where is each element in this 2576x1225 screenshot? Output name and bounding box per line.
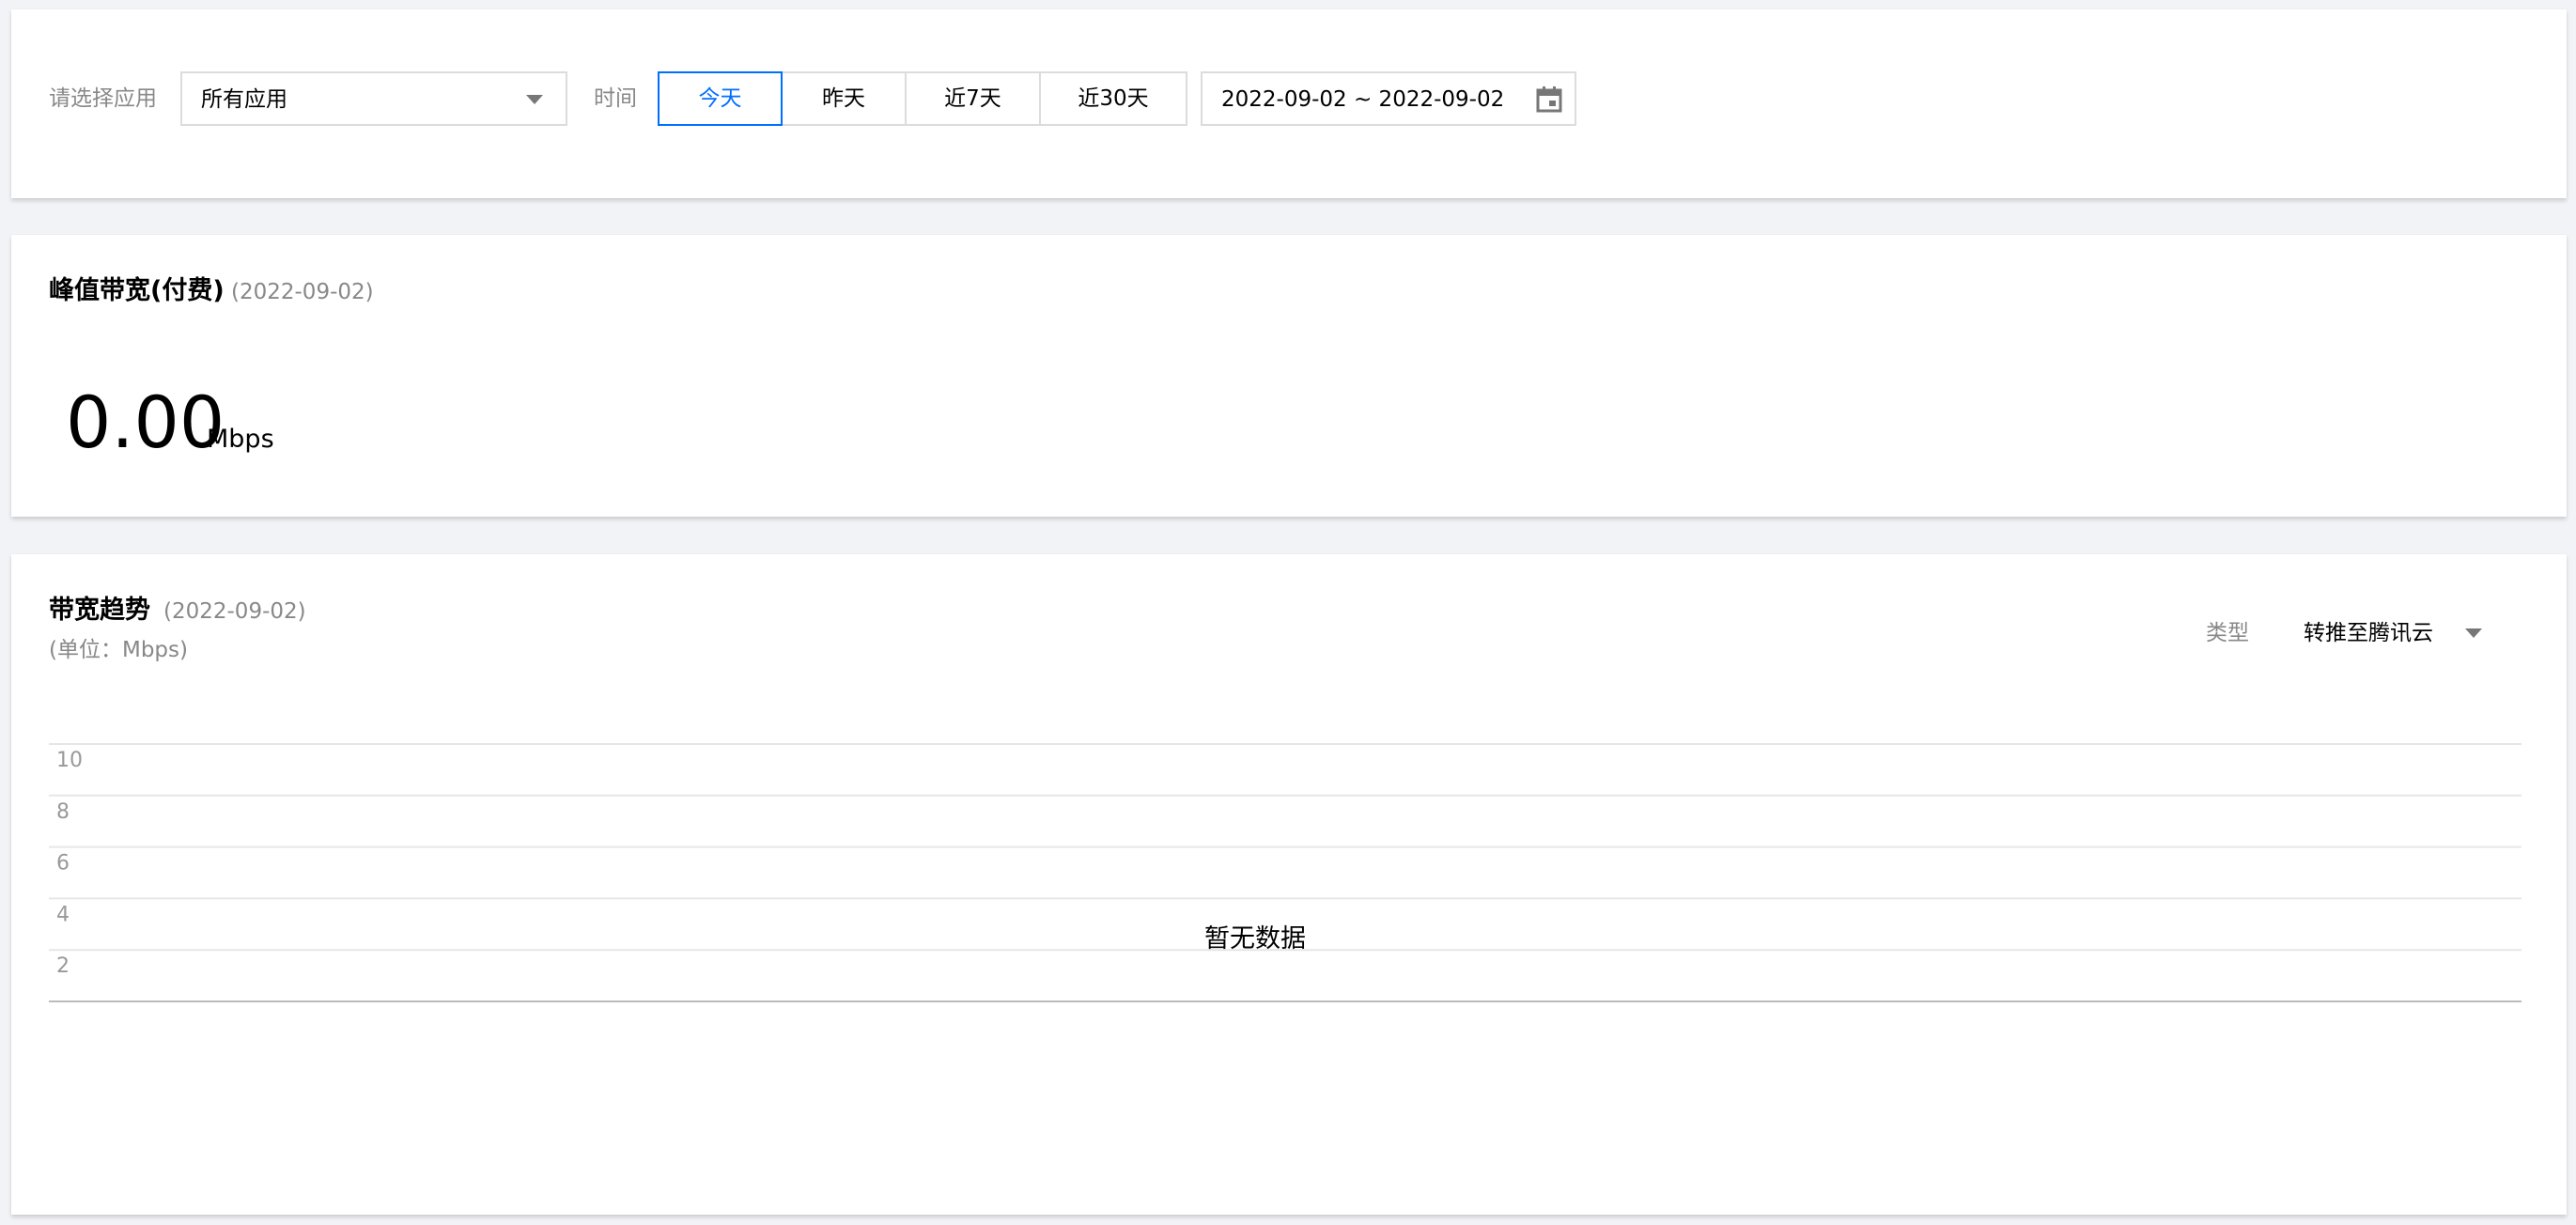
bandwidth-trend-panel: 带宽趋势 (2022-09-02) (单位：Mbps) 类型 转推至腾讯云 2 4…: [11, 554, 2567, 1215]
bandwidth-trend-chart-svg: 2 4 6 8 10: [49, 743, 2522, 1002]
bandwidth-trend-chart: 2 4 6 8 10: [49, 742, 2529, 1024]
calendar-icon[interactable]: [1535, 85, 1563, 114]
type-label: 类型: [2206, 621, 2249, 645]
time-label: 时间: [594, 86, 637, 111]
peak-bandwidth-date: (2022-09-02): [231, 280, 374, 304]
time-option-yesterday[interactable]: 昨天: [781, 71, 907, 126]
app-select-label: 请选择应用: [49, 86, 157, 111]
filter-panel: 请选择应用 所有应用 时间 今天 昨天 近7天 近30天 2022-09-02 …: [11, 9, 2567, 198]
time-option-today[interactable]: 今天: [658, 71, 783, 126]
bandwidth-trend-date: (2022-09-02): [163, 599, 306, 624]
peak-bandwidth-panel: 峰值带宽(付费) (2022-09-02) 0.00 Mbps: [11, 235, 2567, 517]
app-select-value: 所有应用: [201, 87, 287, 112]
peak-bandwidth-title: 峰值带宽(付费): [49, 276, 225, 305]
no-data-text: 暂无数据: [1204, 924, 1306, 954]
time-option-7days[interactable]: 近7天: [905, 71, 1041, 126]
y-tick-label: 10: [56, 749, 83, 772]
chevron-down-icon: [2465, 628, 2482, 638]
y-tick-label: 2: [56, 954, 70, 978]
app-select[interactable]: 所有应用: [180, 71, 567, 126]
y-tick-label: 6: [56, 852, 70, 876]
date-range-picker[interactable]: 2022-09-02 ~ 2022-09-02: [1201, 71, 1576, 126]
time-option-30days[interactable]: 近30天: [1039, 71, 1187, 126]
bandwidth-trend-title: 带宽趋势: [49, 596, 150, 625]
bandwidth-trend-unit: (单位：Mbps): [49, 638, 188, 662]
chevron-down-icon: [526, 95, 543, 104]
y-tick-label: 8: [56, 800, 70, 824]
date-range-value: 2022-09-02 ~ 2022-09-02: [1221, 87, 1505, 112]
type-select[interactable]: 转推至腾讯云: [2304, 614, 2491, 652]
y-tick-label: 4: [56, 903, 70, 926]
peak-bandwidth-unit: Mbps: [207, 425, 274, 454]
type-select-value: 转推至腾讯云: [2304, 621, 2433, 645]
peak-bandwidth-value: 0.00: [66, 380, 225, 464]
